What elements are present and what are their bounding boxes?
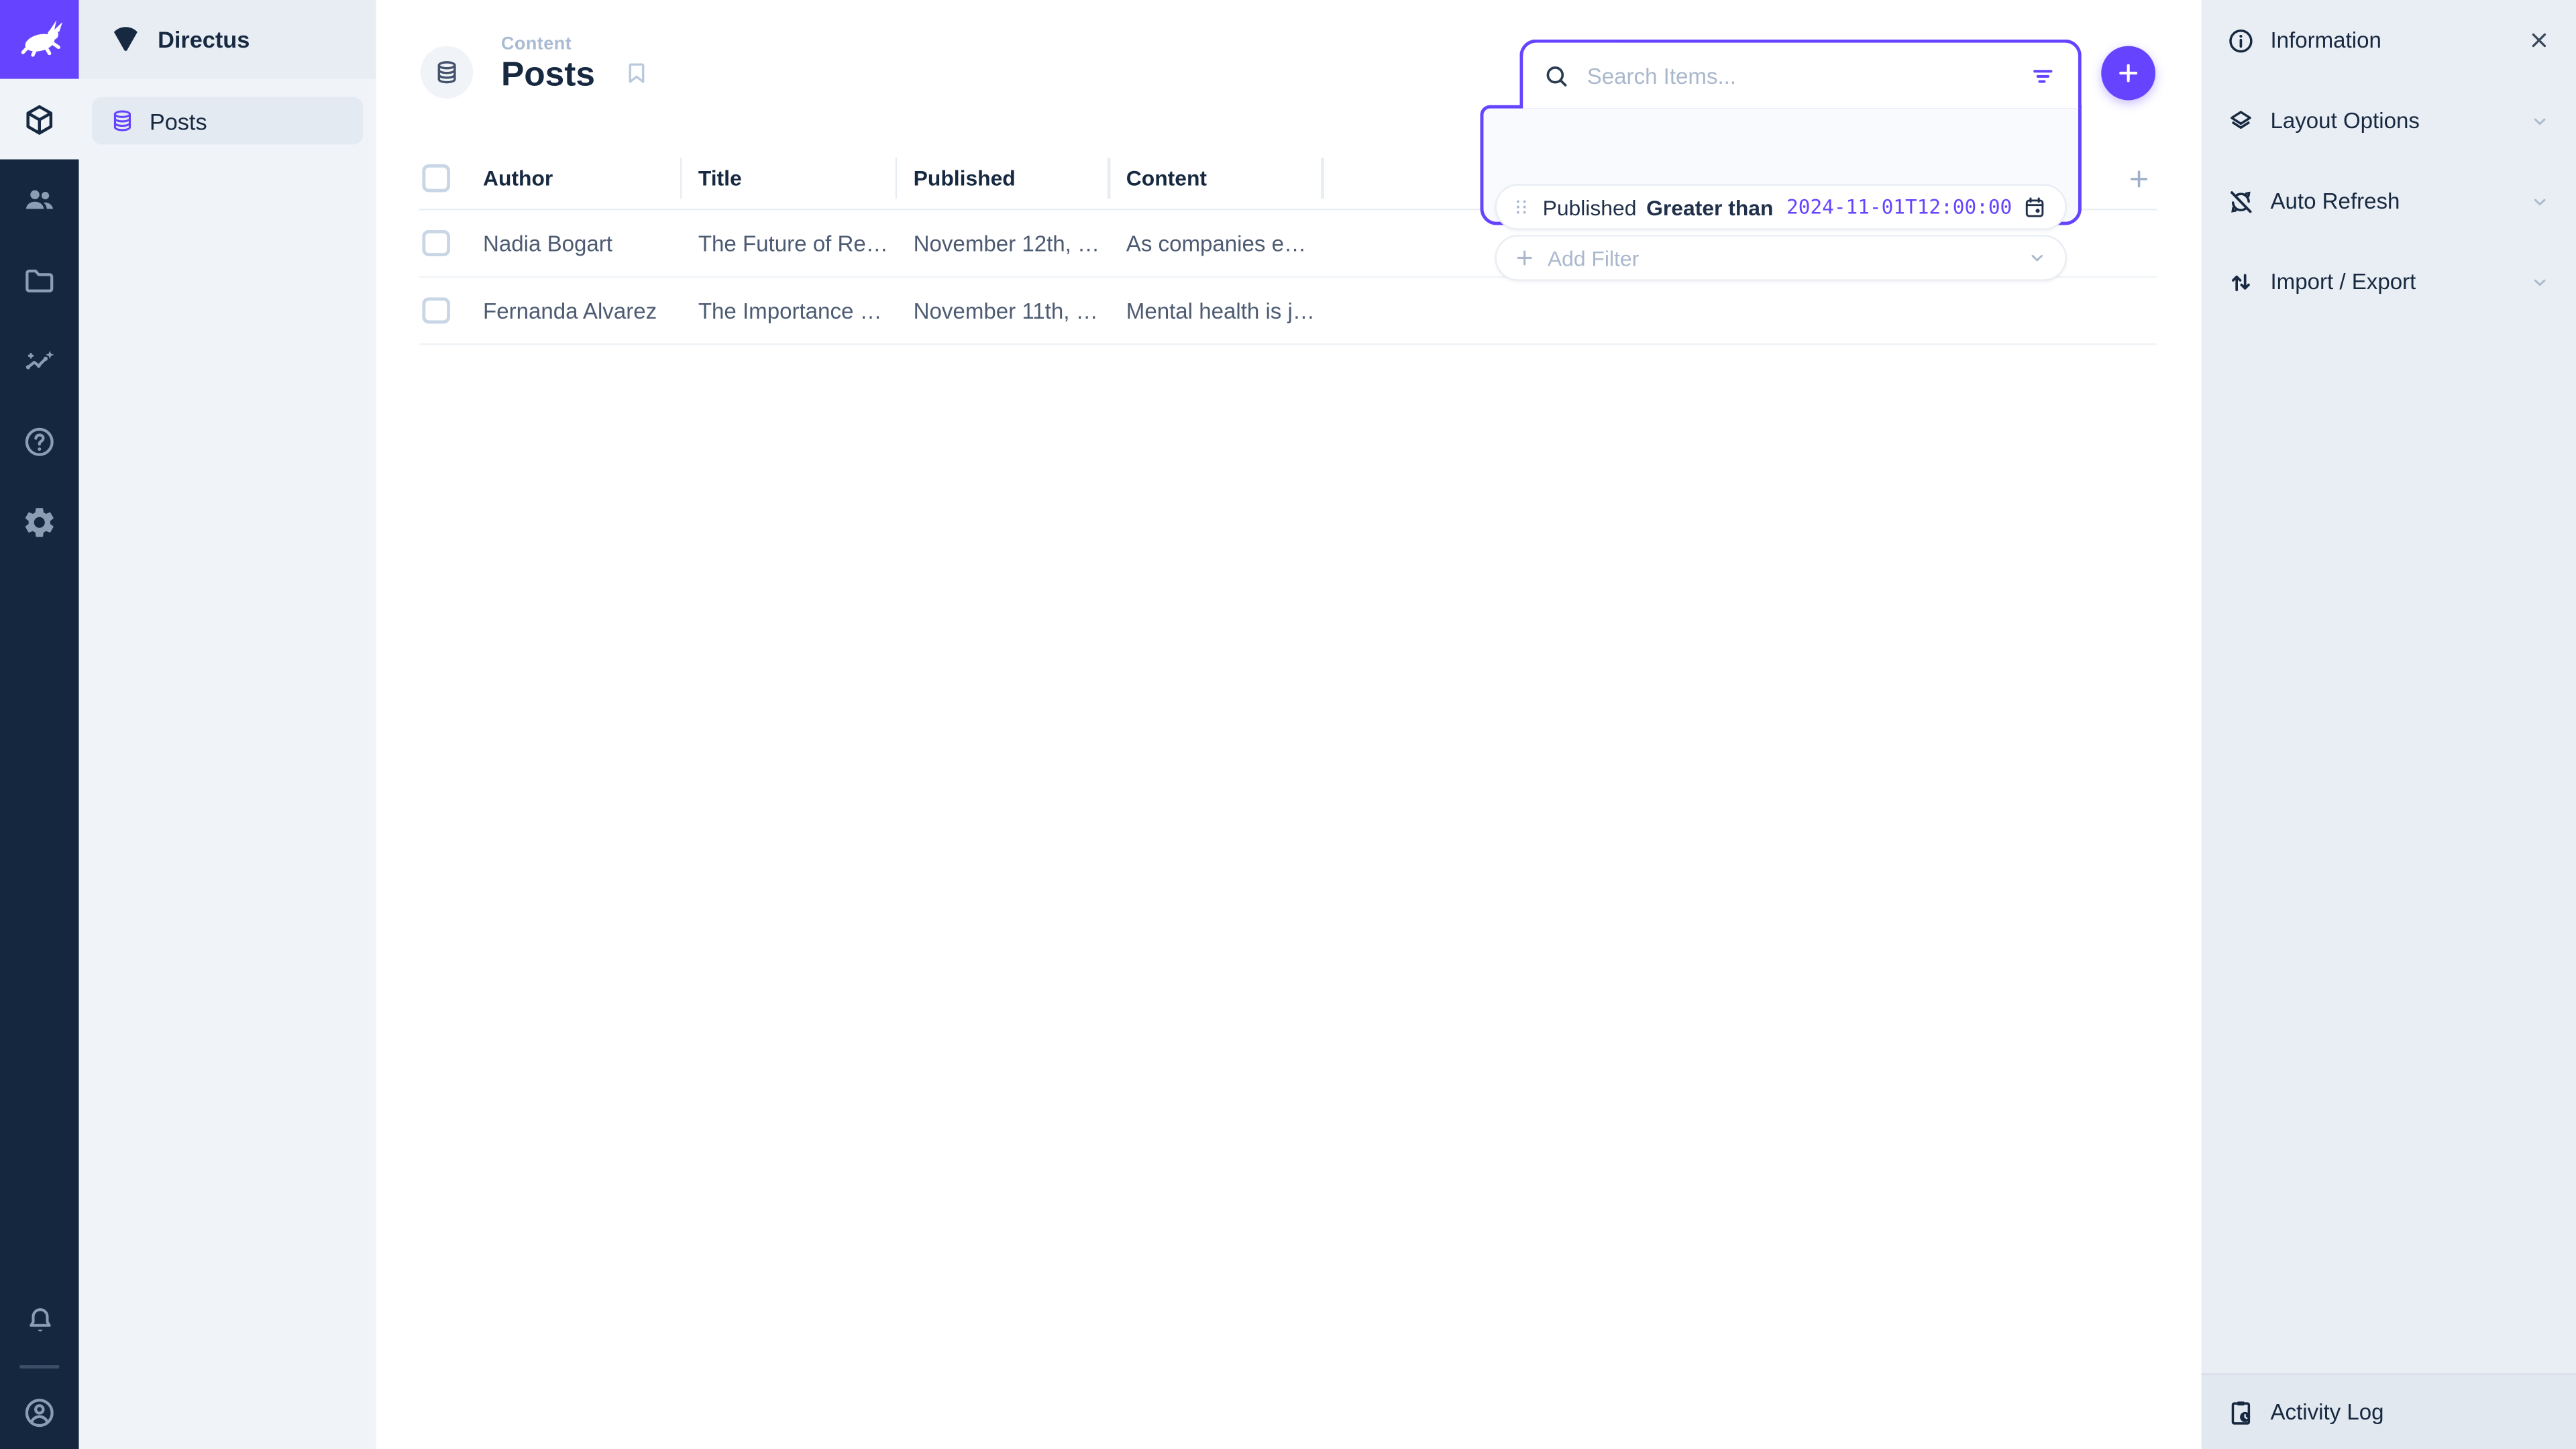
- gear-icon: [21, 504, 58, 540]
- module-content[interactable]: [0, 79, 79, 160]
- search-box: [1519, 40, 2082, 109]
- module-files[interactable]: [0, 240, 79, 321]
- filter-value[interactable]: 2024-11-01T12:00:00: [1786, 195, 2012, 218]
- filter-field[interactable]: Published: [1543, 195, 1637, 219]
- activity-log-label: Activity Log: [2270, 1400, 2383, 1425]
- cell-title: The Future of Re…: [682, 231, 897, 256]
- column-header-published[interactable]: Published: [897, 148, 1110, 209]
- directus-app: Directus Posts Content Posts: [0, 0, 2576, 1449]
- users-icon: [21, 182, 58, 218]
- cell-title: The Importance …: [682, 298, 897, 323]
- layers-icon: [2226, 106, 2255, 136]
- column-header-title[interactable]: Title: [682, 148, 897, 209]
- module-insights[interactable]: [0, 321, 79, 401]
- insights-icon: [21, 343, 58, 379]
- project-fan-icon: [110, 24, 142, 56]
- module-settings[interactable]: [0, 482, 79, 562]
- sidebar-section-auto-refresh[interactable]: Auto Refresh: [2202, 161, 2576, 241]
- chevron-down-icon: [2528, 270, 2551, 293]
- box-icon: [21, 101, 58, 138]
- table-row[interactable]: Fernanda Alvarez The Importance … Novemb…: [419, 278, 2157, 345]
- calendar-icon[interactable]: [2022, 195, 2047, 219]
- module-users[interactable]: [0, 160, 79, 240]
- cell-published: November 11th, …: [897, 298, 1110, 323]
- filter-dropdown-panel: Published Greater than 2024-11-01T12:00:…: [1481, 105, 2082, 225]
- cell-author: Fernanda Alvarez: [483, 298, 682, 323]
- collection-icon-circle: [421, 46, 473, 99]
- plus-icon: [2114, 59, 2143, 87]
- folder-icon: [21, 262, 58, 299]
- right-sidebar: Information Layout Options: [2202, 0, 2576, 1449]
- bookmark-icon: [623, 59, 651, 87]
- activity-log-button[interactable]: Activity Log: [2202, 1373, 2576, 1449]
- nav-sidebar: Directus Posts: [79, 0, 376, 1449]
- swap-vertical-icon: [2226, 267, 2255, 297]
- chevron-down-icon: [2528, 109, 2551, 132]
- module-bar-divider: [19, 1365, 59, 1368]
- bookmark-button[interactable]: [623, 59, 651, 87]
- filter-operator[interactable]: Greater than: [1646, 195, 1773, 219]
- filter-icon[interactable]: [2029, 62, 2057, 90]
- sync-disabled-icon: [2226, 186, 2255, 216]
- breadcrumb[interactable]: Content: [501, 34, 595, 54]
- chevron-down-icon: [2528, 190, 2551, 213]
- nav-item-posts[interactable]: Posts: [92, 97, 363, 144]
- close-icon[interactable]: [2527, 28, 2552, 53]
- search-input[interactable]: [1584, 62, 2016, 90]
- account-button[interactable]: [0, 1377, 79, 1449]
- module-help[interactable]: [0, 401, 79, 482]
- bell-icon: [22, 1303, 56, 1338]
- project-name: Directus: [158, 26, 250, 52]
- add-filter-button[interactable]: Add Filter: [1495, 235, 2067, 281]
- nav-item-label: Posts: [150, 107, 207, 133]
- add-filter-label: Add Filter: [1548, 246, 1639, 270]
- module-bar: [0, 0, 79, 1449]
- plus-icon: [2126, 165, 2152, 191]
- activity-log-icon: [2226, 1397, 2255, 1427]
- project-switcher[interactable]: Directus: [79, 0, 376, 79]
- sidebar-section-label: Import / Export: [2270, 270, 2416, 294]
- notifications-button[interactable]: [0, 1285, 79, 1357]
- sidebar-section-label: Layout Options: [2270, 109, 2419, 133]
- drag-handle-icon[interactable]: [1510, 195, 1533, 218]
- chevron-down-icon: [2026, 246, 2049, 269]
- database-icon: [110, 109, 135, 133]
- sidebar-section-layout-options[interactable]: Layout Options: [2202, 80, 2576, 161]
- select-all-checkbox[interactable]: [422, 165, 449, 192]
- sidebar-section-label: Auto Refresh: [2270, 189, 2400, 214]
- select-all-cell: [419, 148, 483, 209]
- cell-author: Nadia Bogart: [483, 231, 682, 256]
- add-field-button[interactable]: [2126, 165, 2152, 191]
- column-header-author[interactable]: Author: [483, 148, 682, 209]
- cell-content: Mental health is j…: [1110, 298, 1323, 323]
- page-title-block: Content Posts: [501, 34, 595, 95]
- cell-content: As companies e…: [1110, 231, 1323, 256]
- column-header-content[interactable]: Content: [1110, 148, 1323, 209]
- row-checkbox[interactable]: [422, 297, 449, 324]
- sidebar-section-label: Information: [2270, 28, 2381, 53]
- search-icon: [1543, 62, 1571, 90]
- database-icon: [434, 59, 460, 85]
- row-select-cell: [419, 229, 483, 256]
- plus-icon: [1513, 246, 1536, 269]
- sidebar-section-import-export[interactable]: Import / Export: [2202, 241, 2576, 322]
- directus-rabbit-logo[interactable]: [0, 0, 79, 79]
- row-select-cell: [419, 297, 483, 324]
- help-icon: [21, 423, 58, 460]
- cell-published: November 12th, …: [897, 231, 1110, 256]
- user-circle-icon: [21, 1395, 58, 1431]
- sidebar-section-information[interactable]: Information: [2202, 0, 2576, 80]
- info-icon: [2226, 25, 2255, 55]
- page-title: Posts: [501, 56, 595, 95]
- rabbit-icon: [15, 15, 64, 64]
- create-item-button[interactable]: [2101, 46, 2155, 101]
- row-checkbox[interactable]: [422, 229, 449, 256]
- filter-rule[interactable]: Published Greater than 2024-11-01T12:00:…: [1495, 184, 2067, 230]
